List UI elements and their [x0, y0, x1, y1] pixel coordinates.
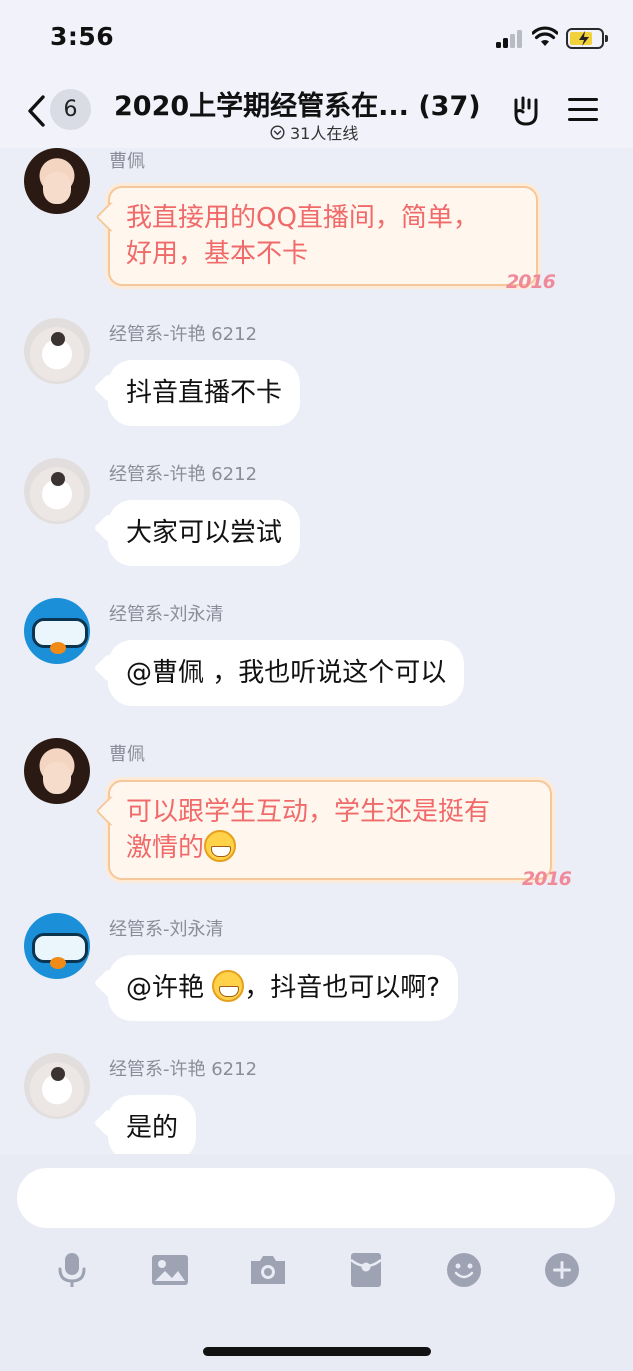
sender-name: 经管系-刘永清 [109, 604, 224, 625]
message-text: @许艳 [126, 973, 213, 1003]
back-chevron-icon[interactable] [25, 94, 47, 128]
message-text: ，抖音也可以啊? [244, 973, 441, 1003]
sender-name: 经管系-刘永清 [109, 919, 224, 940]
avatar[interactable] [24, 458, 90, 524]
red-packet-icon[interactable] [346, 1250, 386, 1290]
message-bubble[interactable]: 我直接用的QQ直播间，简单， 好用，基本不卡 [108, 186, 538, 286]
hand-gesture-icon[interactable] [508, 92, 544, 128]
home-indicator[interactable] [203, 1347, 431, 1356]
composer-panel [0, 1154, 633, 1371]
unread-count-badge[interactable]: 6 [50, 89, 91, 130]
menu-icon[interactable] [568, 96, 600, 124]
battery-icon [566, 28, 608, 49]
avatar[interactable] [24, 148, 90, 214]
chat-message: 经管系-许艳 6212 大家可以尝试 [0, 458, 633, 573]
avatar[interactable] [24, 1053, 90, 1119]
cellular-signal-icon [496, 30, 524, 48]
image-icon[interactable] [150, 1250, 190, 1290]
message-bubble[interactable]: 可以跟学生互动，学生还是挺有 激情的 [108, 780, 552, 880]
status-time: 3:56 [50, 22, 115, 51]
message-bubble[interactable]: @曹佩 ，我也听说这个可以 [108, 640, 465, 706]
message-bubble[interactable]: @许艳 ，抖音也可以啊? [108, 955, 459, 1021]
camera-icon[interactable] [248, 1250, 288, 1290]
sender-name: 经管系-许艳 6212 [109, 1059, 258, 1080]
online-count-text: 31人在线 [290, 124, 359, 143]
avatar[interactable] [24, 318, 90, 384]
chat-title[interactable]: 2020上学期经管系在... (37) [114, 84, 481, 123]
sender-name: 经管系-许艳 6212 [109, 464, 258, 485]
sender-name: 曹佩 [109, 151, 145, 172]
bubble-decoration: 2016 [522, 868, 572, 890]
message-line: 可以跟学生互动，学生还是挺有 [126, 797, 491, 827]
online-status[interactable]: 31人在线 [270, 120, 358, 144]
chat-message: 经管系-许艳 6212 抖音直播不卡 [0, 318, 633, 433]
chat-message: 曹佩 我直接用的QQ直播间，简单， 好用，基本不卡 2016 [0, 148, 633, 298]
chat-message: 经管系-许艳 6212 是的 [0, 1053, 633, 1154]
microphone-icon[interactable] [52, 1250, 92, 1290]
online-chevron-icon [270, 124, 285, 140]
sender-name: 曹佩 [109, 744, 145, 765]
message-line: 好用，基本不卡 [126, 239, 309, 269]
emoji-icon[interactable] [444, 1250, 484, 1290]
message-bubble[interactable]: 抖音直播不卡 [108, 360, 301, 426]
message-input[interactable] [17, 1168, 615, 1228]
avatar[interactable] [24, 598, 90, 664]
status-bar: 3:56 [0, 0, 633, 76]
message-bubble[interactable]: 大家可以尝试 [108, 500, 301, 566]
plus-icon[interactable] [542, 1250, 582, 1290]
chat-message: 经管系-刘永清 @曹佩 ，我也听说这个可以 [0, 598, 633, 713]
chat-message-list[interactable]: 曹佩 我直接用的QQ直播间，简单， 好用，基本不卡 2016 经管系-许艳 62… [0, 148, 633, 1154]
bubble-decoration: 2016 [506, 271, 556, 293]
chat-message: 经管系-刘永清 @许艳 ，抖音也可以啊? [0, 913, 633, 1028]
message-line: 我直接用的QQ直播间，简单， [126, 203, 479, 233]
wifi-icon [532, 26, 558, 46]
avatar[interactable] [24, 738, 90, 804]
sender-name: 经管系-许艳 6212 [109, 324, 258, 345]
grin-emoji-icon [204, 830, 237, 862]
message-bubble[interactable]: 是的 [108, 1095, 197, 1154]
chat-message: 曹佩 可以跟学生互动，学生还是挺有 激情的 2016 [0, 738, 633, 890]
message-line: 激情的 [126, 830, 534, 866]
grin-emoji-icon [212, 970, 245, 1002]
nav-bar: 6 2020上学期经管系在... (37) 31人在线 [0, 76, 633, 148]
avatar[interactable] [24, 913, 90, 979]
